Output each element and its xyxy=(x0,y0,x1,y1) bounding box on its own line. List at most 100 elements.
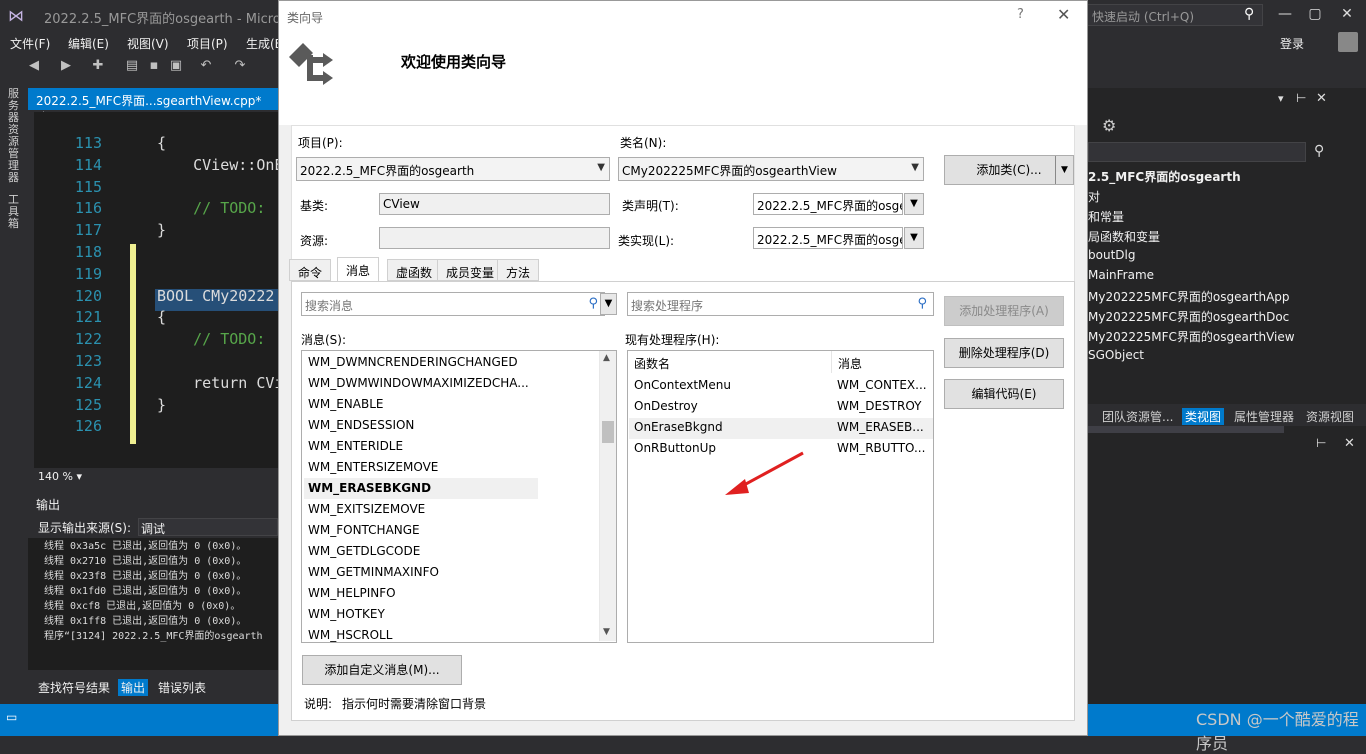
account-icon[interactable] xyxy=(1338,32,1358,52)
login-link[interactable]: 登录 xyxy=(1280,35,1304,52)
tab-toolbox[interactable]: 工具箱 xyxy=(8,194,22,230)
class-view-item[interactable]: MainFrame xyxy=(1088,268,1154,282)
class-view-item[interactable]: 2.5_MFC界面的osgearth xyxy=(1088,168,1241,185)
code-line[interactable]: { xyxy=(157,308,278,326)
menu-file[interactable]: 文件(F) xyxy=(10,35,50,52)
handler-function-name[interactable]: OnRButtonUp xyxy=(634,441,716,455)
class-view-item[interactable]: My202225MFC界面的osgearthView xyxy=(1088,328,1295,345)
base-class-field[interactable]: CView xyxy=(379,193,610,215)
menu-edit[interactable]: 编辑(E) xyxy=(68,35,109,52)
edit-code-button[interactable]: 编辑代码(E) xyxy=(944,379,1064,409)
tab-messages[interactable]: 消息 xyxy=(337,257,380,281)
menu-view[interactable]: 视图(V) xyxy=(127,35,169,52)
search-messages-input[interactable]: 搜索消息 ⚲ xyxy=(301,292,605,316)
messages-list[interactable]: WM_DWMNCRENDERINGCHANGED WM_DWMWINDOWMAXI… xyxy=(301,350,617,643)
column-function-name[interactable]: 函数名 xyxy=(628,351,832,373)
search-icon[interactable]: ⚲ xyxy=(1314,143,1324,159)
undo-icon[interactable]: ↶ xyxy=(198,58,214,74)
class-view-item[interactable]: SGObject xyxy=(1088,348,1144,362)
message-item[interactable]: WM_EXITSIZEMOVE xyxy=(308,502,425,516)
add-custom-message-button[interactable]: 添加自定义消息(M)... xyxy=(302,655,462,685)
code-line[interactable]: } xyxy=(157,221,278,239)
message-item[interactable]: WM_ENDSESSION xyxy=(308,418,414,432)
tab-methods[interactable]: 方法 xyxy=(497,259,540,281)
message-item[interactable]: WM_GETDLGCODE xyxy=(308,544,420,558)
message-item[interactable]: WM_HSCROLL xyxy=(308,628,392,642)
tab-class-view[interactable]: 类视图 xyxy=(1182,408,1225,425)
search-icon[interactable]: ⚲ xyxy=(588,296,598,311)
menu-project[interactable]: 项目(P) xyxy=(187,35,228,52)
close-icon[interactable]: ✕ xyxy=(1057,5,1070,24)
message-item[interactable]: WM_HOTKEY xyxy=(308,607,385,621)
document-tab[interactable]: 2022.2.5_MFC界面...sgearthView.cpp* ⊢ xyxy=(28,88,278,123)
handler-message[interactable]: WM_RBUTTO... xyxy=(837,441,925,455)
search-handlers-input[interactable]: 搜索处理程序 ⚲ xyxy=(627,292,934,316)
message-item[interactable]: WM_GETMINMAXINFO xyxy=(308,565,439,579)
code-line[interactable]: // TODO: xyxy=(157,330,278,348)
dropdown-icon[interactable]: ▾ xyxy=(1278,92,1284,105)
tab-resource-view[interactable]: 资源视图 xyxy=(1306,408,1354,425)
tab-virtual-functions[interactable]: 虚函数 xyxy=(387,259,442,281)
code-line[interactable]: BOOL CMy20222 xyxy=(157,287,278,305)
tab-team-explorer[interactable]: 团队资源管... xyxy=(1102,408,1173,425)
message-item[interactable]: WM_ENABLE xyxy=(308,397,384,411)
code-line[interactable]: return CVi xyxy=(157,374,278,392)
class-impl-field[interactable]: 2022.2.5_MFC界面的osge xyxy=(753,227,903,249)
tab-server-explorer[interactable]: 服务器资源管理器 xyxy=(8,88,22,184)
handler-message[interactable]: WM_ERASEB... xyxy=(837,420,924,434)
class-impl-dropdown-icon[interactable]: ▼ xyxy=(904,227,924,249)
close-icon[interactable]: ✕ xyxy=(1332,4,1362,26)
minimize-icon[interactable]: — xyxy=(1270,4,1300,26)
tab-commands[interactable]: 命令 xyxy=(289,259,332,281)
message-item[interactable]: WM_ENTERSIZEMOVE xyxy=(308,460,438,474)
add-class-button[interactable]: 添加类(C)... ▼ xyxy=(944,155,1074,185)
messages-scrollbar[interactable]: ▲ ▼ xyxy=(599,351,616,641)
search-icon[interactable]: ⚲ xyxy=(1244,6,1254,22)
help-icon[interactable]: ? xyxy=(1017,7,1024,22)
code-line[interactable]: } xyxy=(157,396,278,414)
add-handler-button[interactable]: 添加处理程序(A) xyxy=(944,296,1064,326)
tab-property-manager[interactable]: 属性管理器 xyxy=(1234,408,1294,425)
scroll-down-icon[interactable]: ▼ xyxy=(603,627,610,637)
handler-function-name[interactable]: OnEraseBkgnd xyxy=(634,420,723,434)
code-line[interactable]: { xyxy=(157,134,278,152)
class-view-item[interactable]: My202225MFC界面的osgearthDoc xyxy=(1088,308,1289,325)
class-search-input[interactable] xyxy=(1088,142,1306,162)
handler-function-name[interactable]: OnContextMenu xyxy=(634,378,731,392)
pin-icon[interactable]: ⊢ xyxy=(1296,91,1306,105)
resource-field[interactable] xyxy=(379,227,610,249)
maximize-icon[interactable]: ▢ xyxy=(1300,4,1330,26)
forward-icon[interactable]: ▶ xyxy=(58,58,74,74)
open-folder-icon[interactable]: ▤ xyxy=(124,58,140,74)
message-item[interactable]: WM_FONTCHANGE xyxy=(308,523,420,537)
class-decl-field[interactable]: 2022.2.5_MFC界面的osge xyxy=(753,193,903,215)
chevron-down-icon[interactable]: ▼ xyxy=(1055,156,1073,184)
output-source-select[interactable]: 调试 xyxy=(138,518,278,536)
handler-function-name[interactable]: OnDestroy xyxy=(634,399,698,413)
delete-handler-button[interactable]: 删除处理程序(D) xyxy=(944,338,1064,368)
gear-icon[interactable]: ⚙ xyxy=(1102,116,1116,135)
class-view-item[interactable]: 和常量 xyxy=(1088,208,1124,225)
message-item[interactable]: WM_HELPINFO xyxy=(308,586,396,600)
code-line[interactable]: // TODO: xyxy=(157,199,278,217)
close-panel-icon[interactable]: ✕ xyxy=(1344,436,1355,451)
new-project-icon[interactable]: ✚ xyxy=(90,58,106,74)
message-item[interactable]: WM_DWMNCRENDERINGCHANGED xyxy=(308,355,518,369)
zoom-level[interactable]: 140 % ▾ xyxy=(34,468,278,486)
classname-combo[interactable]: CMy202225MFC界面的osgearthView ▼ xyxy=(618,157,924,181)
tab-find-symbol-results[interactable]: 查找符号结果 xyxy=(38,679,110,696)
project-combo[interactable]: 2022.2.5_MFC界面的osgearth ▼ xyxy=(296,157,610,181)
tab-member-variables[interactable]: 成员变量 xyxy=(437,259,504,281)
search-messages-dropdown-icon[interactable]: ▼ xyxy=(600,293,617,315)
scroll-up-icon[interactable]: ▲ xyxy=(603,353,610,363)
redo-icon[interactable]: ↷ xyxy=(232,58,248,74)
save-icon[interactable]: ▪ xyxy=(146,58,162,74)
code-line[interactable]: CView::OnE xyxy=(157,156,278,174)
search-icon[interactable]: ⚲ xyxy=(917,296,927,311)
class-view-item[interactable]: 对 xyxy=(1088,188,1100,205)
class-view-item[interactable]: boutDlg xyxy=(1088,248,1135,262)
class-view-item[interactable]: My202225MFC界面的osgearthApp xyxy=(1088,288,1290,305)
column-message[interactable]: 消息 xyxy=(832,351,933,373)
class-view-item[interactable]: 局函数和变量 xyxy=(1088,228,1160,245)
pin-icon[interactable]: ⊢ xyxy=(1316,436,1326,450)
